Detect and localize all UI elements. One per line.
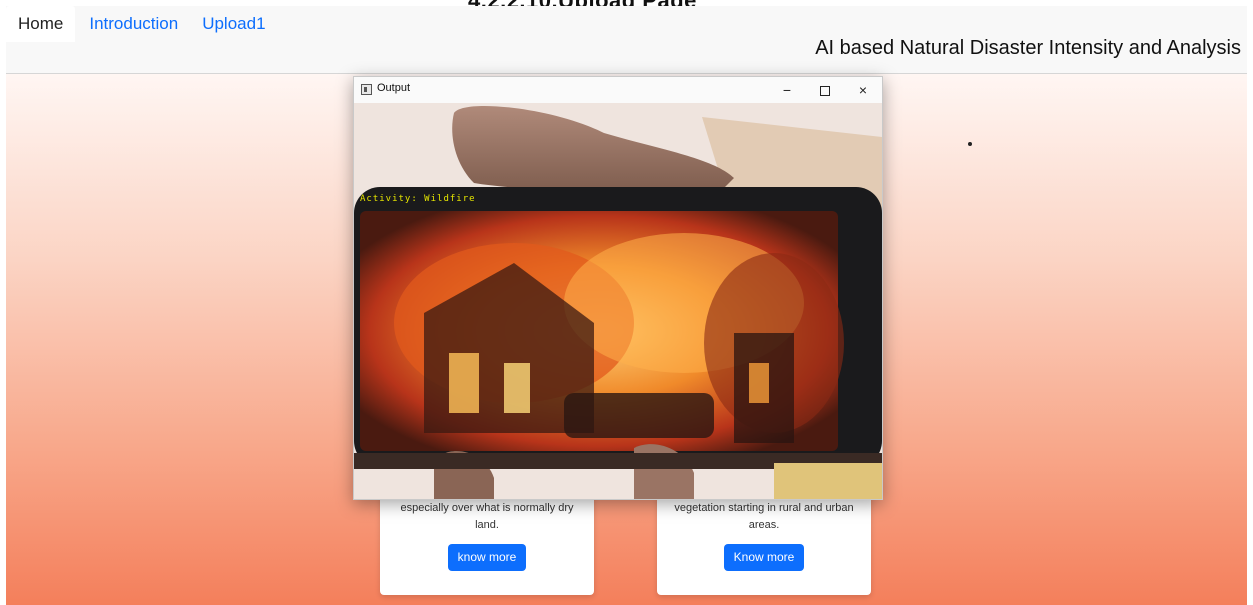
minimize-button[interactable]: − (768, 77, 806, 103)
tab-home[interactable]: Home (6, 6, 76, 42)
maximize-button[interactable] (806, 77, 844, 103)
close-button[interactable]: × (844, 77, 882, 103)
site-title: AI based Natural Disaster Intensity and … (815, 37, 1241, 59)
know-more-button[interactable]: Know more (723, 544, 805, 571)
detection-label: Activity: Wildfire (360, 194, 476, 204)
window-titlebar[interactable]: Output − × (354, 77, 882, 103)
app-icon (361, 84, 372, 95)
nav-tabs: Home Introduction Upload1 (6, 6, 278, 42)
stray-dot (968, 142, 972, 146)
card-flood: especially over what is normally dry lan… (380, 494, 594, 595)
navbar: Home Introduction Upload1 AI based Natur… (6, 6, 1247, 74)
video-frame: Activity: Wildfire (354, 103, 882, 499)
wildfire-video-image (354, 103, 882, 499)
maximize-icon (820, 86, 830, 97)
tab-upload1[interactable]: Upload1 (190, 6, 277, 42)
card-text: vegetation starting in rural and urban a… (674, 502, 854, 531)
know-more-button[interactable]: know more (447, 544, 527, 571)
window-title: Output (377, 82, 411, 94)
card-wildfire: vegetation starting in rural and urban a… (657, 494, 871, 595)
tab-introduction[interactable]: Introduction (75, 6, 190, 42)
card-text: especially over what is normally dry lan… (400, 502, 574, 531)
output-window[interactable]: Output − × Activity: Wildfire (353, 76, 883, 500)
